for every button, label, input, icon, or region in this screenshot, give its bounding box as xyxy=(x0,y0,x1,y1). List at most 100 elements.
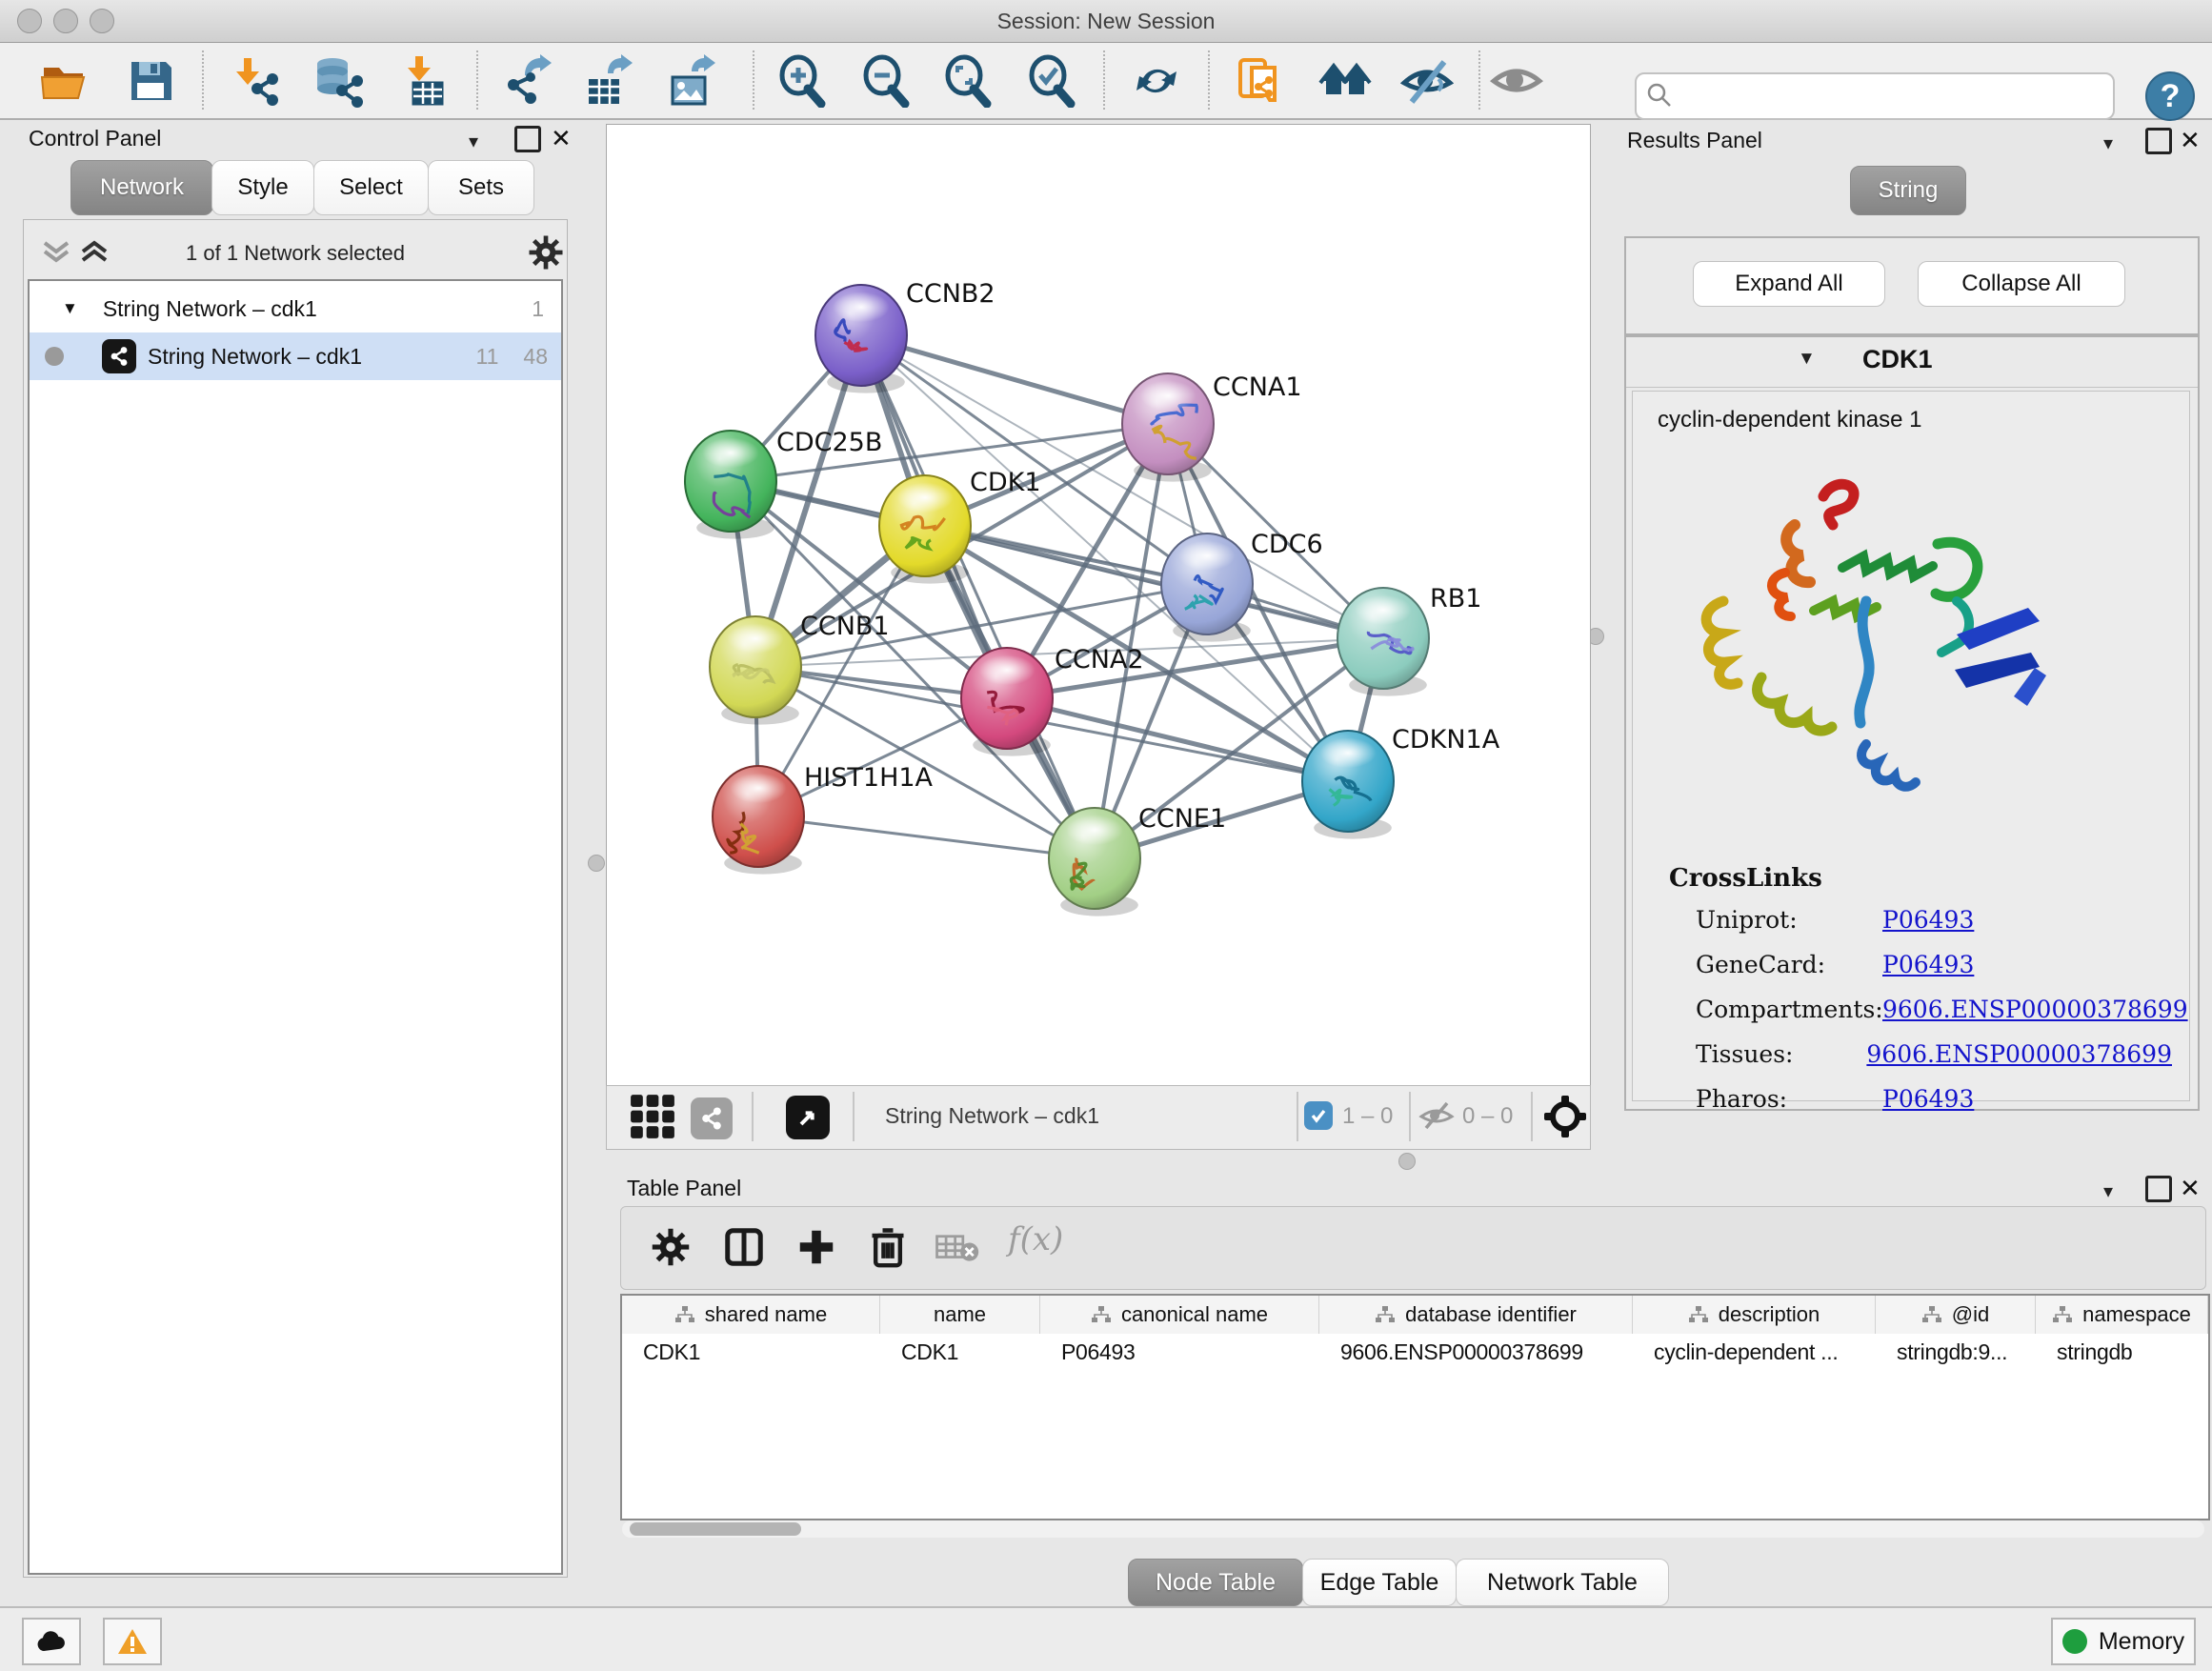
zoom-out-icon[interactable] xyxy=(857,52,915,110)
node-RB1[interactable] xyxy=(1337,588,1429,696)
network-row-selected[interactable]: String Network – cdk1 11 48 xyxy=(30,332,561,380)
collapse-all-button[interactable]: Collapse All xyxy=(1918,261,2125,307)
network-collection-row[interactable]: ▼ String Network – cdk1 1 xyxy=(30,285,561,332)
tab-node-table[interactable]: Node Table xyxy=(1128,1559,1303,1606)
control-panel-collapse-icon[interactable]: ▾ xyxy=(469,130,478,153)
zoom-selected-icon[interactable] xyxy=(1023,52,1080,110)
node-HIST1H1A[interactable] xyxy=(713,766,804,875)
crosslink-link[interactable]: P06493 xyxy=(1882,1085,1974,1113)
node-CCNB1[interactable] xyxy=(710,616,801,725)
tab-select[interactable]: Select xyxy=(313,160,429,215)
node-CCNA2[interactable] xyxy=(961,648,1053,756)
node-label-CCNE1: CCNE1 xyxy=(1138,804,1226,834)
node-CDC6[interactable] xyxy=(1161,534,1253,642)
import-network-file-icon[interactable] xyxy=(227,52,284,110)
column-header-namespace[interactable]: namespace xyxy=(2036,1296,2208,1334)
birdseye-crosshair-icon[interactable] xyxy=(1544,1096,1586,1142)
results-panel-close-icon[interactable]: ✕ xyxy=(2180,126,2201,155)
expand-all-button[interactable]: Expand All xyxy=(1693,261,1885,307)
node-CDK1[interactable] xyxy=(879,475,971,584)
column-header-shared-name[interactable]: shared name xyxy=(622,1296,880,1334)
save-session-icon[interactable] xyxy=(122,52,179,110)
export-table-icon[interactable] xyxy=(579,52,636,110)
crosslink-link[interactable]: 9606.ENSP00000378699 xyxy=(1866,1040,2172,1068)
column-tree-icon xyxy=(1688,1305,1709,1324)
column-header-name[interactable]: name xyxy=(880,1296,1040,1334)
tab-edge-table[interactable]: Edge Table xyxy=(1302,1559,1457,1606)
crosslink-link[interactable]: P06493 xyxy=(1882,951,1974,978)
control-panel-close-icon[interactable]: ✕ xyxy=(551,124,572,153)
node-CDKN1A[interactable] xyxy=(1302,731,1394,839)
delete-column-trash-icon[interactable] xyxy=(867,1222,909,1270)
memory-button[interactable]: Memory xyxy=(2051,1618,2196,1665)
import-network-database-icon[interactable] xyxy=(310,52,367,110)
hidden-eye-icon[interactable] xyxy=(1418,1099,1455,1137)
fit-content-icon[interactable] xyxy=(939,52,996,110)
network-share-view-icon[interactable] xyxy=(691,1097,733,1139)
application-window: Session: New Session xyxy=(0,0,2212,1671)
table-row[interactable]: CDK1CDK1P064939606.ENSP00000378699cyclin… xyxy=(622,1334,2208,1370)
column-header-database-identifier[interactable]: database identifier xyxy=(1319,1296,1633,1334)
tab-network[interactable]: Network xyxy=(70,160,213,215)
crosslink-link[interactable]: 9606.ENSP00000378699 xyxy=(1882,996,2188,1023)
gene-header-row[interactable]: ▼ CDK1 xyxy=(1626,337,2198,388)
export-image-icon[interactable] xyxy=(663,52,720,110)
table-cell: CDK1 xyxy=(622,1334,880,1370)
show-all-eye-icon[interactable] xyxy=(1488,52,1545,110)
node-CCNE1[interactable] xyxy=(1049,808,1140,916)
node-table: shared namenamecanonical namedatabase id… xyxy=(620,1294,2210,1520)
horizontal-splitter-handle[interactable] xyxy=(1398,1153,1416,1170)
gene-collapse-arrow-icon[interactable]: ▼ xyxy=(1798,349,1816,370)
network-collection-count: 1 xyxy=(532,296,544,322)
edge-CCNE1-HIST1H1A[interactable] xyxy=(758,816,1095,858)
network-options-gear-icon[interactable] xyxy=(527,233,565,272)
grid-view-icon[interactable] xyxy=(626,1090,679,1143)
network-graph[interactable]: CCNB2CCNA1CDC25BCDK1CDC6RB1CCNB1CCNA2CDK… xyxy=(607,125,1590,1085)
node-CCNA1[interactable] xyxy=(1122,373,1214,482)
houses-icon[interactable] xyxy=(1317,52,1374,110)
show-columns-icon[interactable] xyxy=(722,1224,766,1270)
add-column-plus-icon[interactable] xyxy=(794,1224,838,1270)
tab-sets[interactable]: Sets xyxy=(428,160,534,215)
control-panel-float-icon[interactable] xyxy=(514,126,541,152)
tree-expand-arrow-icon[interactable]: ▼ xyxy=(62,299,78,318)
crosslink-link[interactable]: P06493 xyxy=(1882,906,1974,934)
table-panel-close-icon[interactable]: ✕ xyxy=(2180,1174,2201,1203)
table-panel-float-icon[interactable] xyxy=(2145,1176,2172,1202)
search-input[interactable] xyxy=(1680,76,2103,114)
selected-count: 1 – 0 xyxy=(1342,1103,1393,1130)
open-in-window-icon[interactable] xyxy=(786,1096,830,1139)
import-table-file-icon[interactable] xyxy=(398,52,455,110)
tab-network-table[interactable]: Network Table xyxy=(1456,1559,1669,1606)
hide-selected-eye-icon[interactable] xyxy=(1398,52,1456,110)
apply-layout-icon[interactable] xyxy=(1128,52,1185,110)
table-panel-collapse-icon[interactable]: ▾ xyxy=(2103,1179,2113,1203)
selected-checkbox-icon[interactable] xyxy=(1304,1101,1333,1130)
footer-separator xyxy=(853,1092,855,1141)
crosslinks-title: CrossLinks xyxy=(1669,864,1822,893)
column-header-description[interactable]: description xyxy=(1633,1296,1876,1334)
results-panel-collapse-icon[interactable]: ▾ xyxy=(2103,131,2113,155)
table-horizontal-scrollbar[interactable] xyxy=(622,1520,2204,1538)
help-button[interactable]: ? xyxy=(2145,71,2195,121)
table-settings-gear-icon[interactable] xyxy=(650,1226,692,1268)
left-splitter-handle[interactable] xyxy=(588,855,605,872)
node-CDC25B[interactable] xyxy=(685,431,776,539)
tab-string[interactable]: String xyxy=(1850,166,1966,215)
crosslink-label: Tissues: xyxy=(1696,1040,1866,1068)
zoom-in-icon[interactable] xyxy=(774,52,831,110)
node-CCNB2[interactable] xyxy=(815,285,907,393)
tab-style[interactable]: Style xyxy=(211,160,314,215)
open-session-icon[interactable] xyxy=(36,52,93,110)
warnings-button[interactable] xyxy=(103,1618,162,1665)
new-network-from-selection-icon[interactable] xyxy=(1233,52,1290,110)
scrollbar-thumb[interactable] xyxy=(630,1522,801,1536)
export-network-icon[interactable] xyxy=(498,52,555,110)
network-canvas[interactable]: CCNB2CCNA1CDC25BCDK1CDC6RB1CCNB1CCNA2CDK… xyxy=(606,124,1591,1086)
results-panel-float-icon[interactable] xyxy=(2145,128,2172,154)
table-cell: cyclin-dependent ... xyxy=(1633,1334,1876,1370)
edge-CCNB2-CCNA1[interactable] xyxy=(861,335,1168,424)
cloud-button[interactable] xyxy=(22,1618,81,1665)
column-header--id[interactable]: @id xyxy=(1876,1296,2036,1334)
column-header-canonical-name[interactable]: canonical name xyxy=(1040,1296,1319,1334)
